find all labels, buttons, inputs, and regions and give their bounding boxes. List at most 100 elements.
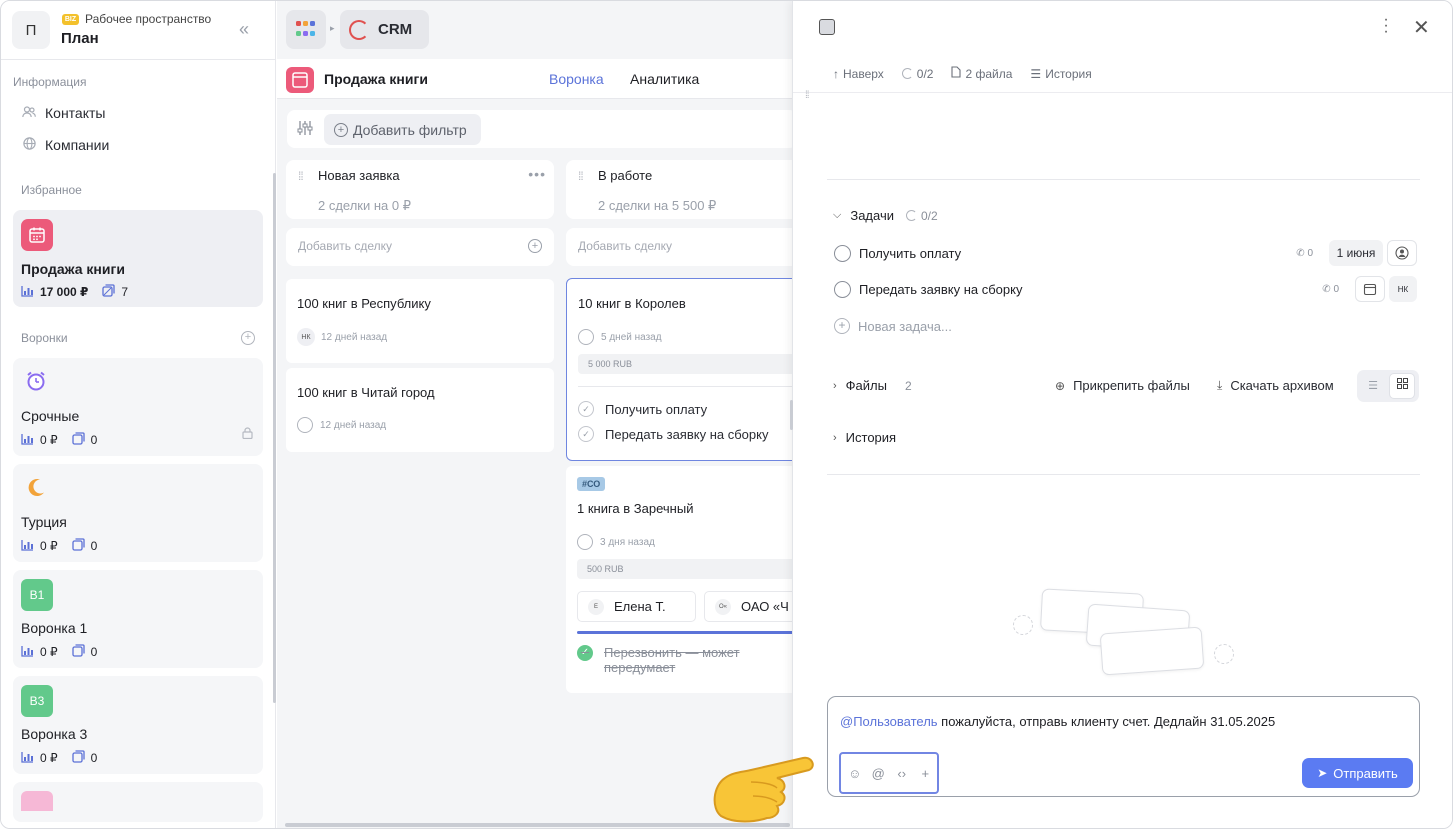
funnel-stats: 0 ₽ 0 [21,644,97,660]
funnel-card-turkey[interactable]: Турция 0 ₽ 0 [13,464,263,562]
column-header-in-progress[interactable]: ⁞⁞ В работе 2 сделки на 5 500 ₽ [566,160,792,219]
deal-price: 5 000 RUB [578,354,792,374]
workspace-subtitle: Рабочее пространство [85,12,212,26]
more-icon[interactable]: ••• [528,166,546,182]
task-checkbox[interactable] [834,244,851,262]
check-circle-icon[interactable]: ✓ [578,426,594,442]
tab-funnel[interactable]: Воронка [549,71,604,87]
comment-input[interactable]: @Пользователь пожалуйста, отправь клиент… [840,714,1275,729]
workspace-name: План [61,30,99,47]
empty-comments-illustration [1013,586,1243,686]
add-filter-button[interactable]: + Добавить фильтр [324,114,481,145]
task-assignee[interactable]: НК [1389,276,1417,302]
deal-card-selected[interactable]: 10 книг в Королев 5 дней назад 5 000 RUB… [566,278,792,461]
workspace-header[interactable]: П BIZ Рабочее пространство План « [1,1,276,60]
kebab-menu-icon[interactable]: · · · [1383,12,1389,40]
funnel-stats: 0 ₽ 0 [21,538,97,554]
avatar: НК [297,328,315,346]
chart-icon [21,285,34,300]
crm-app-button[interactable]: CRM [340,10,429,49]
arrow-up-icon[interactable]: ↑ [833,67,839,81]
task-row[interactable]: Получить оплату ✆ 0 1 июня [834,239,1417,267]
add-filter-label: Добавить фильтр [353,121,467,138]
comment-editor[interactable]: @Пользователь пожалуйста, отправь клиент… [827,696,1420,797]
add-deal-button[interactable]: Добавить сделку + [286,228,554,266]
assign-user-icon[interactable] [1387,240,1417,266]
apps-grid-button[interactable] [286,10,326,49]
funnel-count: 0 [90,645,98,659]
calendar-icon [286,67,314,93]
send-button[interactable]: ➤ Отправить [1302,758,1413,788]
deal-task-done[interactable]: ✓ Перезвонить — может передумает [577,645,784,675]
deal-card[interactable]: 100 книг в Читай город 12 дней назад [286,368,554,452]
calendar-icon [21,219,53,251]
tasks-section-title: Задачи [850,208,894,223]
tab-analytics[interactable]: Аналитика [630,71,699,87]
mention-icon[interactable]: @ [867,766,891,781]
files-count: 2 [904,378,912,393]
task-row[interactable]: Передать заявку на сборку ✆ 0 НК [834,275,1417,303]
kanban-board: ▸ CRM Продажа книги Воронка Аналитика + … [277,1,792,828]
list-view-icon[interactable]: ☰ [1361,374,1385,398]
deal-contact[interactable]: Е Елена Т. [577,591,696,622]
deal-task[interactable]: ✓ Передать заявку на сборку [578,426,768,442]
favorite-pipeline-card[interactable]: Продажа книги 17 000 ₽ 7 [13,210,263,307]
add-funnel-icon[interactable]: + [241,331,255,345]
funnel-card-partial[interactable] [13,782,263,822]
close-icon[interactable]: ✕ [1413,15,1430,40]
sidebar-item-contacts[interactable]: Контакты [13,99,263,127]
history-section-header[interactable]: › История [833,430,896,445]
breadcrumb-separator-icon: ▸ [330,23,335,33]
collapse-sidebar-icon[interactable]: « [239,19,259,41]
plus-icon[interactable]: + [914,766,938,781]
grid-view-icon[interactable] [1389,373,1415,399]
attach-files-button[interactable]: ⊕ Прикрепить файлы [1055,378,1190,393]
scroll-top-link[interactable]: Наверх [843,67,884,81]
column-header-new[interactable]: ⁞⁞ Новая заявка ••• 2 сделки на 0 ₽ [286,160,554,219]
drag-handle-icon[interactable]: ⁞⁞ [298,169,304,183]
funnel-card-v3[interactable]: В3 Воронка 3 0 ₽ 0 [13,676,263,774]
divider [793,92,1452,93]
chart-icon [21,539,34,554]
resize-handle[interactable] [790,400,793,430]
task-date-chip[interactable]: 1 июня [1329,240,1383,266]
files-link[interactable]: 2 файла [965,67,1012,81]
sidebar-scrollbar[interactable] [273,173,276,703]
send-icon: ➤ [1317,766,1328,780]
history-link[interactable]: История [1045,67,1092,81]
code-icon[interactable]: ‹› [890,766,914,781]
lock-icon [242,427,253,442]
add-deal-button[interactable]: Добавить сделку [566,228,792,266]
clock-icon [578,329,594,345]
funnel-card-v1[interactable]: В1 Воронка 1 0 ₽ 0 [13,570,263,668]
tasks-section-header[interactable]: ⌵ Задачи 0/2 [833,208,938,223]
deal-company[interactable]: О« ОАО «Ч [704,591,792,622]
progress-icon [901,68,913,79]
panel-toggle-icon[interactable] [819,19,835,35]
new-task-input[interactable]: + Новая задача... [834,318,952,334]
user-mention[interactable]: @Пользователь [840,714,938,729]
download-archive-button[interactable]: ⤓ Скачать архивом [1217,378,1334,393]
funnel-card-urgent[interactable]: Срочные 0 ₽ 0 [13,358,263,456]
apps-grid-icon [296,21,316,38]
sidebar-item-companies[interactable]: Компании [13,131,263,159]
section-label-favorites: Избранное [21,183,82,197]
files-section-header[interactable]: › Файлы 2 [833,378,912,393]
check-circle-icon[interactable]: ✓ [578,401,594,417]
filter-settings-icon[interactable] [297,120,313,139]
deal-card[interactable]: 100 книг в Республику НК 12 дней назад [286,279,554,363]
drag-handle-icon[interactable]: ⁞⁞ [805,91,809,101]
attach-files-label: Прикрепить файлы [1073,378,1190,393]
deal-card[interactable]: #СО 1 книга в Заречный 3 дня назад 500 R… [566,466,792,693]
summary-value: 0 ₽ [391,198,412,213]
emoji-icon[interactable]: ☺ [843,766,867,781]
add-deal-label: Добавить сделку [298,239,393,253]
chart-icon [21,433,34,448]
task-checkbox[interactable] [834,280,851,298]
deal-price: 500 RUB [577,559,792,579]
calendar-icon[interactable] [1355,276,1385,302]
drag-handle-icon[interactable]: ⁞⁞ [578,169,584,183]
check-done-icon[interactable]: ✓ [577,645,593,661]
clock-icon [297,417,313,433]
deal-task[interactable]: ✓ Получить оплату [578,401,707,417]
